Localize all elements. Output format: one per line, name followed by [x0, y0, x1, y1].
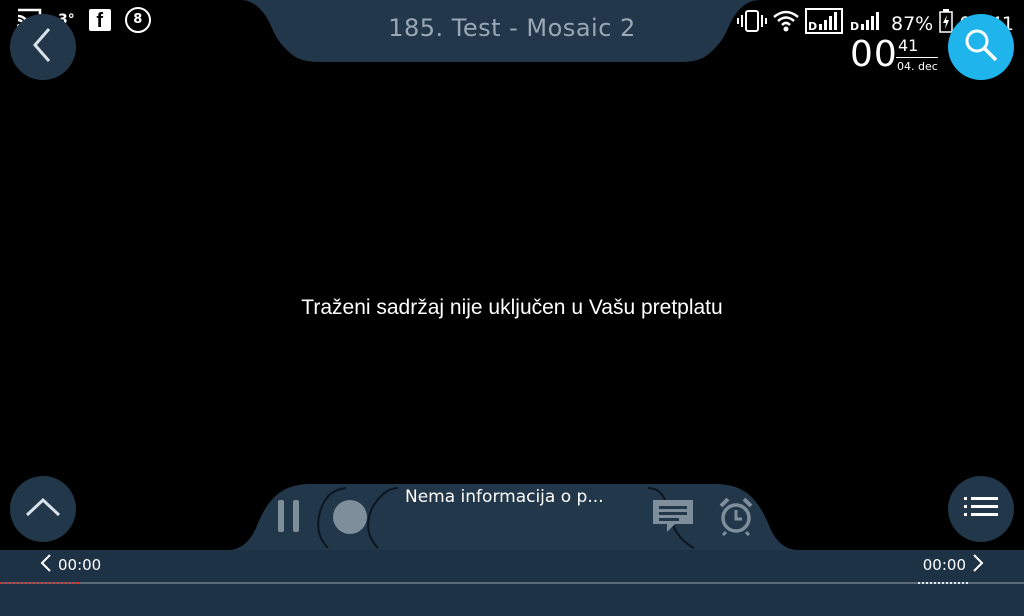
battery-percent: 87%	[891, 12, 934, 35]
list-icon	[963, 495, 999, 523]
chevron-left-icon[interactable]	[40, 554, 52, 576]
chat-icon	[650, 497, 696, 539]
pause-button[interactable]	[276, 498, 302, 538]
signal-icon: D	[805, 8, 843, 39]
search-icon	[963, 27, 999, 67]
time-start[interactable]: 00:00	[40, 554, 101, 576]
chat-button[interactable]	[650, 497, 696, 539]
search-button[interactable]	[948, 14, 1014, 80]
wifi-icon	[773, 10, 799, 37]
expand-button[interactable]	[10, 476, 76, 542]
progress-buffer-start	[0, 582, 80, 584]
back-icon	[31, 27, 55, 67]
clock-divider	[896, 57, 938, 58]
subscription-message: Traženi sadržaj nije uključen u Vašu pre…	[301, 296, 723, 319]
svg-text:D: D	[808, 20, 817, 33]
circle-8-icon: 8	[124, 7, 151, 33]
back-button[interactable]	[10, 14, 76, 80]
time-end-label: 00:00	[922, 556, 966, 574]
clock-date: 04. dec	[897, 60, 938, 73]
clock-hour: 00	[850, 34, 898, 75]
pause-icon	[276, 498, 302, 538]
chevron-up-icon	[25, 496, 61, 522]
record-button[interactable]	[331, 498, 369, 540]
time-end[interactable]: 00:00	[923, 554, 984, 576]
channel-list-button[interactable]	[948, 476, 1014, 542]
clock-minute: 41	[898, 36, 919, 55]
program-info[interactable]: Nema informacija o p...	[405, 487, 604, 507]
alarm-icon	[718, 496, 754, 540]
progress-track[interactable]	[0, 582, 1024, 584]
progress-buffer-end	[918, 582, 968, 584]
record-icon	[331, 498, 369, 540]
chevron-right-icon[interactable]	[972, 554, 984, 576]
time-start-label: 00:00	[58, 556, 102, 574]
alarm-button[interactable]	[718, 496, 754, 540]
svg-text:D: D	[850, 20, 859, 33]
facebook-icon: f	[88, 9, 111, 32]
vibrate-icon	[737, 10, 767, 37]
clock-widget: 00 41 04. dec	[850, 34, 938, 75]
